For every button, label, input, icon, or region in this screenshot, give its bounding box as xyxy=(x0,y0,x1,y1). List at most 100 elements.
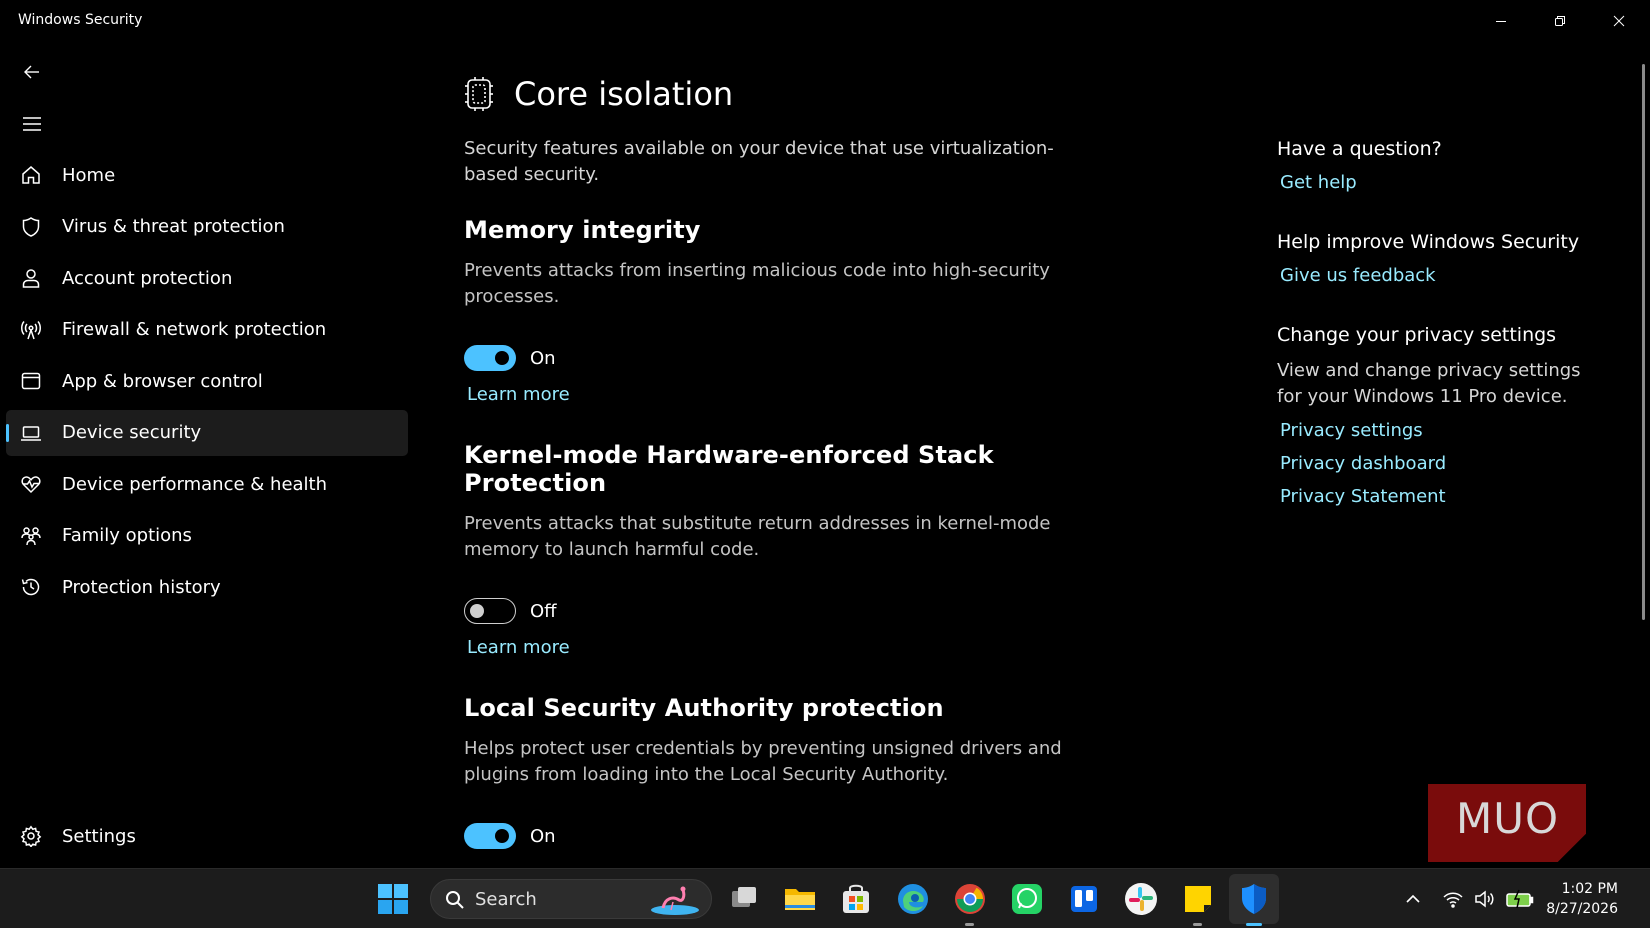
running-indicator xyxy=(965,923,974,926)
shield-icon xyxy=(20,216,42,238)
task-view-icon xyxy=(732,887,756,907)
windows-security-taskbar-button[interactable] xyxy=(1236,881,1272,926)
sidebar-item-device-security[interactable]: Device security xyxy=(6,409,408,456)
sidebar-item-label: Protection history xyxy=(62,576,221,598)
laptop-icon xyxy=(20,422,42,444)
hamburger-icon xyxy=(23,117,41,131)
sidebar-item-protection-history[interactable]: Protection history xyxy=(6,564,408,610)
sidebar-item-label: Account protection xyxy=(62,267,233,289)
memory-integrity-toggle[interactable] xyxy=(464,345,516,371)
sidebar-item-family[interactable]: Family options xyxy=(6,513,408,559)
feature-title: Local Security Authority protection xyxy=(464,694,944,722)
title-bar: Windows Security xyxy=(0,0,1650,42)
trello-button[interactable] xyxy=(1066,881,1102,917)
volume-icon xyxy=(1475,890,1494,908)
whatsapp-icon xyxy=(1012,884,1042,914)
taskbar-search-box[interactable]: Search xyxy=(430,879,712,919)
history-icon xyxy=(20,576,42,598)
toggle-knob xyxy=(495,351,509,365)
settings-label: Settings xyxy=(62,825,136,847)
toggle-knob xyxy=(495,829,509,843)
get-help-link[interactable]: Get help xyxy=(1280,172,1597,193)
learn-more-link[interactable]: Learn more xyxy=(467,384,570,405)
sidebar-item-app-browser[interactable]: App & browser control xyxy=(6,358,408,404)
whatsapp-button[interactable] xyxy=(1009,881,1045,917)
give-feedback-link[interactable]: Give us feedback xyxy=(1280,265,1597,286)
sidebar-item-label: Home xyxy=(62,164,116,186)
sidebar-item-label: Device security xyxy=(62,422,202,443)
slack-button[interactable] xyxy=(1123,881,1159,917)
toggle-knob xyxy=(470,603,484,618)
chrome-browser-button[interactable] xyxy=(952,881,988,926)
hamburger-menu-button[interactable] xyxy=(14,108,50,140)
feedback-block: Help improve Windows Security Give us fe… xyxy=(1277,231,1597,286)
feedback-heading: Help improve Windows Security xyxy=(1277,231,1580,253)
wifi-tray-button[interactable] xyxy=(1441,887,1465,911)
edge-browser-button[interactable] xyxy=(895,881,931,917)
store-bag-icon xyxy=(843,884,869,913)
sidebar-item-home[interactable]: Home xyxy=(6,152,408,198)
privacy-text: View and change privacy settings for you… xyxy=(1277,360,1581,407)
privacy-settings-link[interactable]: Privacy settings xyxy=(1280,420,1597,441)
privacy-statement-link[interactable]: Privacy Statement xyxy=(1280,486,1597,507)
learn-more-link[interactable]: Learn more xyxy=(467,637,570,658)
show-hidden-icons-button[interactable] xyxy=(1403,889,1423,909)
kernel-stack-protection-toggle[interactable] xyxy=(464,598,516,624)
close-button[interactable] xyxy=(1596,6,1642,36)
running-indicator xyxy=(1193,923,1202,926)
sticky-notes-button[interactable] xyxy=(1180,881,1216,926)
page-title: Core isolation xyxy=(514,75,734,113)
flamingo-search-highlight-icon xyxy=(651,886,699,915)
feature-title: Memory integrity xyxy=(464,216,701,244)
back-arrow-icon xyxy=(24,65,39,79)
person-icon xyxy=(20,267,42,289)
toggle-row: On xyxy=(464,822,1104,850)
feature-lsa-protection: Local Security Authority protection Help… xyxy=(464,694,1104,850)
privacy-heading: Change your privacy settings xyxy=(1277,324,1557,346)
toggle-state-label: On xyxy=(530,347,556,369)
sidebar-item-device-performance[interactable]: Device performance & health xyxy=(6,461,408,507)
taskbar-clock[interactable]: 1:02 PM 8/27/2026 xyxy=(1546,879,1618,919)
chrome-icon xyxy=(955,884,985,914)
volume-tray-button[interactable] xyxy=(1472,887,1496,911)
windows-logo-icon xyxy=(378,884,408,914)
restore-button[interactable] xyxy=(1537,6,1583,36)
edge-icon xyxy=(898,884,928,914)
shield-icon xyxy=(1242,884,1266,914)
wifi-icon xyxy=(1443,892,1463,908)
feature-kernel-stack-protection: Kernel-mode Hardware-enforced Stack Prot… xyxy=(464,441,1104,676)
start-button[interactable] xyxy=(376,882,410,916)
task-view-button[interactable] xyxy=(726,881,762,917)
battery-tray-button[interactable] xyxy=(1505,887,1535,911)
file-explorer-button[interactable] xyxy=(782,881,818,917)
sidebar-item-account[interactable]: Account protection xyxy=(6,255,408,301)
help-heading: Have a question? xyxy=(1277,138,1442,160)
clock-time: 1:02 PM xyxy=(1561,881,1618,897)
privacy-dashboard-link[interactable]: Privacy dashboard xyxy=(1280,453,1597,474)
toggle-state-label: On xyxy=(530,825,556,847)
active-indicator xyxy=(1246,923,1262,926)
minimize-button[interactable] xyxy=(1478,6,1524,36)
toggle-row: Off xyxy=(464,597,1104,625)
feature-description: Prevents attacks from inserting maliciou… xyxy=(464,260,1050,307)
help-block: Have a question? Get help xyxy=(1277,138,1597,193)
antenna-icon xyxy=(20,319,42,341)
sidebar-item-label: Family options xyxy=(62,525,192,546)
sidebar-item-label: Device performance & health xyxy=(62,473,328,495)
search-placeholder: Search xyxy=(475,888,537,910)
lsa-protection-toggle[interactable] xyxy=(464,823,516,849)
search-icon xyxy=(445,890,465,910)
sidebar-item-settings[interactable]: Settings xyxy=(6,813,408,859)
feature-description: Helps protect user credentials by preven… xyxy=(464,738,1062,785)
vertical-scrollbar[interactable] xyxy=(1642,64,1645,620)
core-isolation-chip-icon xyxy=(464,75,494,113)
privacy-block: Change your privacy settings View and ch… xyxy=(1277,324,1597,507)
sidebar-item-virus-threat[interactable]: Virus & threat protection xyxy=(6,204,408,250)
toggle-row: On xyxy=(464,344,1104,372)
feature-title: Kernel-mode Hardware-enforced Stack Prot… xyxy=(464,441,994,497)
toggle-state-label: Off xyxy=(530,600,557,622)
sidebar-item-firewall[interactable]: Firewall & network protection xyxy=(6,307,408,353)
back-button[interactable] xyxy=(14,56,50,88)
muo-watermark-logo: MUO xyxy=(1428,784,1586,862)
microsoft-store-button[interactable] xyxy=(838,881,874,917)
